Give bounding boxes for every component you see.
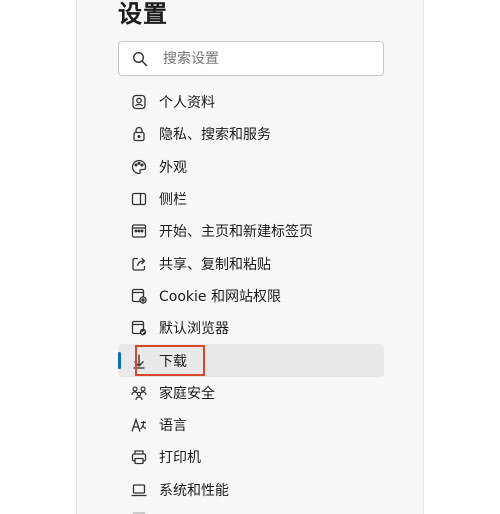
nav-item-label: Cookie 和网站权限 — [159, 288, 281, 305]
selected-indicator — [118, 352, 121, 370]
nav-item-sidebar[interactable]: 侧栏 — [118, 183, 384, 215]
nav-item-label: 隐私、搜索和服务 — [159, 127, 271, 144]
home-page-icon — [130, 222, 148, 240]
nav-item-system-performance[interactable]: 系统和性能 — [118, 474, 384, 506]
nav-item-family-safety[interactable]: 家庭安全 — [118, 377, 384, 409]
nav-item-label: 共享、复制和粘贴 — [159, 256, 271, 273]
search-icon — [132, 51, 148, 67]
nav-item-label: 语言 — [159, 418, 187, 435]
nav-item-start-home-newtab[interactable]: 开始、主页和新建标签页 — [118, 215, 384, 247]
nav-item-label: 开始、主页和新建标签页 — [159, 224, 313, 241]
nav-item-share-copy-paste[interactable]: 共享、复制和粘贴 — [118, 247, 384, 279]
cutoff-icon — [130, 507, 148, 514]
family-icon — [130, 384, 148, 402]
nav-item-default-browser[interactable]: 默认浏览器 — [118, 312, 384, 344]
nav-item-downloads[interactable]: 下载 — [118, 344, 384, 377]
share-icon — [130, 255, 148, 273]
language-icon — [130, 416, 148, 434]
nav-item-label: 侧栏 — [159, 192, 187, 209]
nav-item-label: 系统和性能 — [159, 482, 229, 499]
search-box[interactable] — [118, 41, 384, 76]
profile-icon — [130, 93, 148, 111]
nav-item-label: 家庭安全 — [159, 385, 215, 402]
nav-item-label: 下载 — [159, 353, 187, 370]
nav-item-appearance[interactable]: 外观 — [118, 151, 384, 183]
browser-check-icon — [130, 319, 148, 337]
search-input[interactable] — [163, 42, 373, 75]
nav-item-languages[interactable]: 语言 — [118, 409, 384, 441]
palette-icon — [130, 158, 148, 176]
laptop-icon — [130, 481, 148, 499]
page-title: 设置 — [118, 0, 168, 28]
nav-item-privacy[interactable]: 隐私、搜索和服务 — [118, 118, 384, 150]
nav-item-label: 外观 — [159, 159, 187, 176]
nav-item-cutoff — [118, 506, 384, 514]
sidebar-icon — [130, 190, 148, 208]
nav-item-label: 打印机 — [159, 450, 201, 467]
nav-item-label: 默认浏览器 — [159, 321, 229, 338]
lock-icon — [130, 125, 148, 143]
nav-item-cookies-permissions[interactable]: Cookie 和网站权限 — [118, 280, 384, 312]
nav-item-profile[interactable]: 个人资料 — [118, 86, 384, 118]
nav-item-printers[interactable]: 打印机 — [118, 441, 384, 473]
cookie-settings-icon — [130, 287, 148, 305]
printer-icon — [130, 448, 148, 466]
download-icon — [130, 352, 148, 370]
settings-nav: 个人资料 隐私、搜索和服务 外观 侧栏 开始、主页和新建标签页 共享、复制和粘贴 — [118, 86, 384, 514]
nav-item-label: 个人资料 — [159, 95, 215, 112]
